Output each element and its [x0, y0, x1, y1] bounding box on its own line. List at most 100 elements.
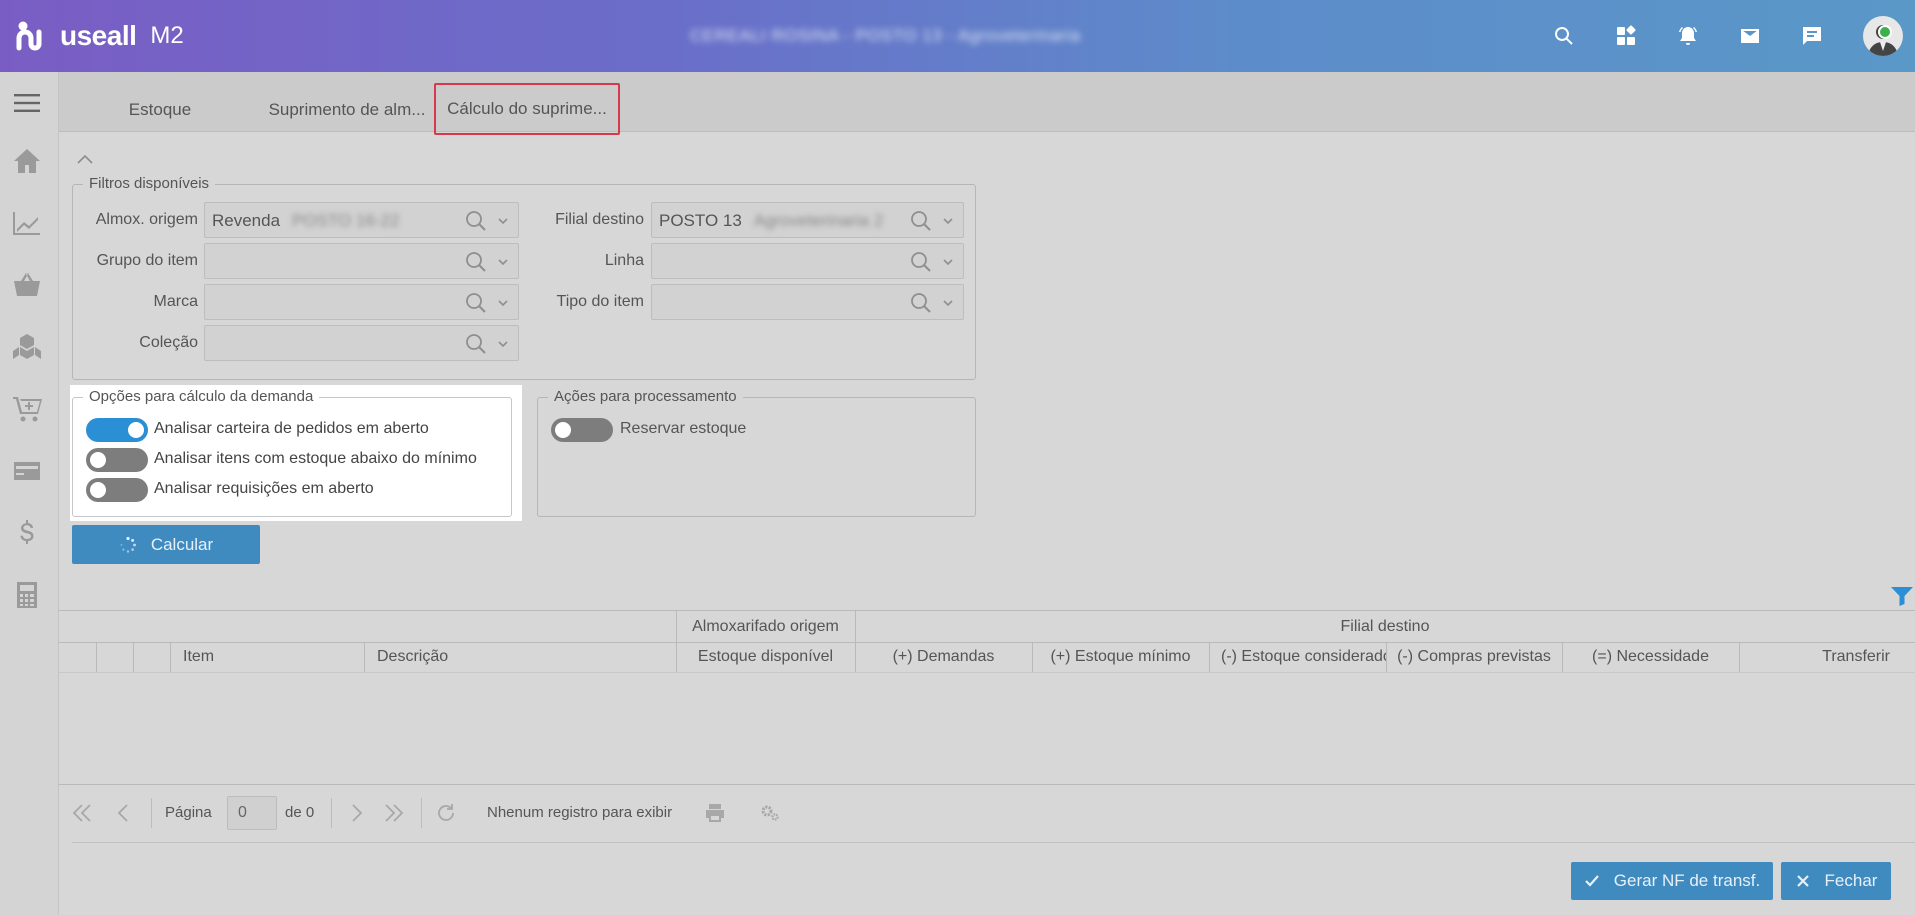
- linha-field[interactable]: [651, 243, 964, 279]
- sidebar-item-home[interactable]: [10, 144, 44, 178]
- toggle-requisicoes-label: Analisar requisições em aberto: [154, 480, 374, 497]
- almox-origem-value: Revenda POSTO 16-22: [212, 211, 400, 230]
- close-icon: [1796, 875, 1809, 887]
- sidebar: [0, 72, 59, 915]
- chevron-down-icon[interactable]: [942, 256, 954, 268]
- pager: Página 0 de 0 Nhenum registro para exibi…: [59, 785, 1915, 840]
- colecao-field[interactable]: [204, 325, 519, 361]
- first-page-icon[interactable]: [71, 802, 93, 824]
- col-estoque-disponivel[interactable]: Estoque disponível: [676, 648, 855, 666]
- toggle-carteira-pedidos-label: Analisar carteira de pedidos em aberto: [154, 420, 429, 437]
- tab-calculo-suprimento[interactable]: Cálculo do suprime...: [434, 83, 620, 135]
- sidebar-item-sales[interactable]: [10, 268, 44, 302]
- chevron-down-icon[interactable]: [497, 256, 509, 268]
- toggle-requisicoes[interactable]: [86, 478, 148, 502]
- col-estoque-considerado[interactable]: (-) Estoque considerado: [1221, 648, 1386, 666]
- sidebar-item-purchases[interactable]: [10, 392, 44, 426]
- refresh-icon[interactable]: [435, 802, 457, 824]
- logo[interactable]: useall M2: [14, 14, 184, 58]
- marca-label: Marca: [153, 293, 198, 310]
- search-icon: [1555, 27, 1573, 45]
- close-button-label: Fechar: [1824, 871, 1878, 890]
- next-page-icon[interactable]: [345, 802, 367, 824]
- search-icon[interactable]: [910, 210, 932, 232]
- credit-card-icon: [14, 462, 40, 480]
- tipo-item-field[interactable]: [651, 284, 964, 320]
- group-header-filial: Filial destino: [1340, 618, 1430, 635]
- collapse-filters-button[interactable]: [76, 152, 94, 164]
- search-icon[interactable]: [465, 251, 487, 273]
- menu-toggle-button[interactable]: [10, 86, 44, 120]
- chevron-down-icon[interactable]: [497, 215, 509, 227]
- filters-legend: Filtros disponíveis: [83, 175, 216, 192]
- group-header-almox: Almoxarifado origem: [692, 618, 839, 635]
- search-icon[interactable]: [465, 292, 487, 314]
- sidebar-item-calculator[interactable]: [10, 578, 44, 612]
- basket-icon: [14, 273, 40, 296]
- mail-button[interactable]: [1719, 0, 1781, 72]
- page-total: de 0: [285, 804, 315, 821]
- col-necessidade[interactable]: (=) Necessidade: [1562, 648, 1739, 666]
- generate-nf-button[interactable]: Gerar NF de transf.: [1571, 862, 1773, 900]
- demand-options-highlight: Opções para cálculo da demanda Analisar …: [70, 385, 522, 521]
- modules-button[interactable]: [1595, 0, 1657, 72]
- logo-suffix: M2: [150, 22, 184, 49]
- empty-records-text: Nhenum registro para exibir: [487, 804, 673, 821]
- apps-icon: [1617, 25, 1636, 45]
- filial-destino-label: Filial destino: [555, 211, 644, 228]
- almox-origem-field[interactable]: Revenda POSTO 16-22: [204, 202, 519, 238]
- prev-page-icon[interactable]: [113, 802, 135, 824]
- cart-plus-icon: [13, 397, 42, 422]
- col-descricao[interactable]: Descrição: [377, 648, 667, 666]
- chart-line-icon: [13, 212, 40, 235]
- toggle-reservar-estoque-label: Reservar estoque: [620, 420, 747, 437]
- calculator-icon: [17, 582, 37, 608]
- toggle-reservar-estoque[interactable]: [551, 418, 613, 442]
- page-input[interactable]: 0: [227, 796, 277, 830]
- user-avatar[interactable]: [1863, 16, 1903, 56]
- marca-field[interactable]: [204, 284, 519, 320]
- col-estoque-minimo[interactable]: (+) Estoque mínimo: [1032, 648, 1209, 666]
- toggle-estoque-minimo[interactable]: [86, 448, 148, 472]
- page-label: Página: [165, 804, 212, 821]
- print-icon[interactable]: [704, 802, 726, 824]
- sidebar-item-reports[interactable]: [10, 206, 44, 240]
- chevron-down-icon[interactable]: [497, 297, 509, 309]
- col-item[interactable]: Item: [183, 648, 363, 666]
- tipo-item-label: Tipo do item: [556, 293, 644, 310]
- settings-gears-icon[interactable]: [759, 802, 781, 824]
- sidebar-item-payments[interactable]: [10, 454, 44, 488]
- home-icon: [14, 149, 40, 173]
- messages-button[interactable]: [1781, 0, 1843, 72]
- col-compras-previstas[interactable]: (-) Compras previstas: [1386, 648, 1562, 666]
- col-transferir[interactable]: Transferir: [1739, 648, 1890, 666]
- col-demandas[interactable]: (+) Demandas: [855, 648, 1032, 666]
- grupo-item-field[interactable]: [204, 243, 519, 279]
- grupo-item-label: Grupo do item: [96, 252, 198, 269]
- company-context[interactable]: CEREALI ROSINA - POSTO 13 - Agroveterina…: [690, 26, 1081, 46]
- tab-estoque[interactable]: Estoque: [100, 84, 220, 136]
- close-button[interactable]: Fechar: [1781, 862, 1891, 900]
- last-page-icon[interactable]: [383, 802, 405, 824]
- filial-destino-field[interactable]: POSTO 13 Agroveterinaria 2: [651, 202, 964, 238]
- search-icon[interactable]: [910, 251, 932, 273]
- chevron-down-icon[interactable]: [942, 215, 954, 227]
- chevron-down-icon[interactable]: [497, 338, 509, 350]
- colecao-label: Coleção: [139, 334, 198, 351]
- logo-text: useall: [60, 20, 137, 51]
- search-button[interactable]: [1533, 0, 1595, 72]
- toggle-carteira-pedidos[interactable]: [86, 418, 148, 442]
- check-icon: [1585, 875, 1599, 887]
- search-icon[interactable]: [465, 210, 487, 232]
- chevron-down-icon[interactable]: [942, 297, 954, 309]
- calculate-button[interactable]: Calcular: [72, 525, 260, 564]
- app-header: useall M2 CEREALI ROSINA - POSTO 13 - Ag…: [0, 0, 1915, 72]
- sidebar-item-finance[interactable]: [10, 516, 44, 550]
- alarm-bell-icon: [1679, 27, 1697, 45]
- tab-suprimento[interactable]: Suprimento de alm...: [247, 84, 447, 136]
- search-icon[interactable]: [910, 292, 932, 314]
- alerts-button[interactable]: [1657, 0, 1719, 72]
- sidebar-item-inventory[interactable]: [10, 330, 44, 364]
- filter-icon[interactable]: [1890, 585, 1914, 607]
- search-icon[interactable]: [465, 333, 487, 355]
